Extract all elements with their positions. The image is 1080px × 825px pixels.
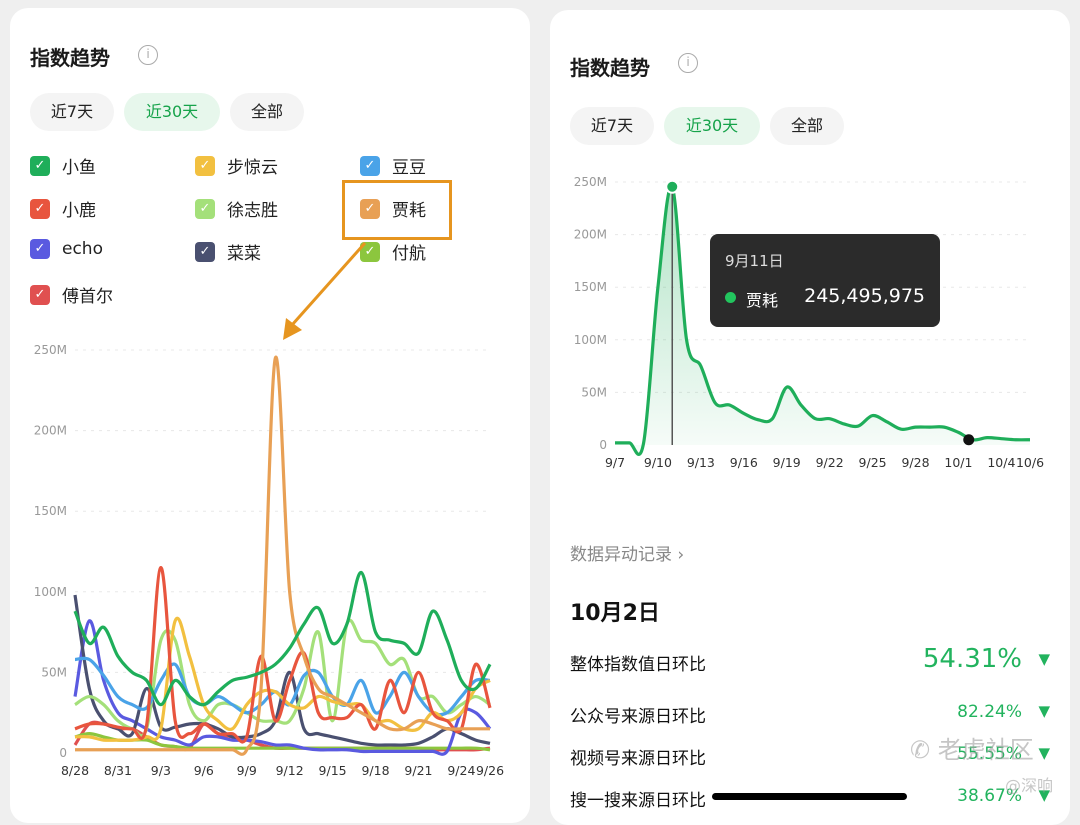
x-tick-label: 9/24: [447, 763, 475, 778]
x-tick-label: 8/28: [61, 763, 89, 778]
x-tick-label: 9/9: [237, 763, 257, 778]
tooltip-value: 245,495,975: [804, 285, 925, 307]
watermark-logo: ✆ 老虎社区: [910, 736, 1034, 764]
tooltip-series: 贾耗: [746, 291, 779, 310]
x-tick-label: 10/6: [1016, 455, 1044, 470]
y-tick-label: 250M: [574, 175, 607, 189]
x-tick-label: 9/16: [730, 455, 758, 470]
y-tick-label: 100M: [574, 333, 607, 347]
y-tick-label: 250M: [34, 343, 67, 357]
y-tick-label: 150M: [574, 280, 607, 294]
x-tick-label: 9/25: [859, 455, 887, 470]
x-tick-label: 9/15: [319, 763, 347, 778]
x-tick-label: 9/12: [276, 763, 304, 778]
y-tick-label: 200M: [34, 424, 67, 438]
y-tick-label: 50M: [41, 665, 67, 679]
x-tick-label: 10/1: [944, 455, 972, 470]
watermark-handle: @深响: [1005, 776, 1054, 795]
y-tick-label: 100M: [34, 585, 67, 599]
watermark-text: 老虎社区: [937, 736, 1034, 764]
annotation-arrow: [290, 242, 367, 326]
highlight-point[interactable]: [665, 179, 680, 194]
tooltip-date: 9月11日: [725, 252, 784, 270]
charts-layer: 0 50M 100M 150M 200M 250M 8/28 8/31 9/3 9/6 9/9 9/1…: [34, 175, 1044, 778]
arrow-head-icon: [283, 318, 302, 340]
y-tick-label: 0: [59, 746, 67, 760]
y-tick-label: 150M: [34, 504, 67, 518]
y-tick-label: 0: [599, 438, 607, 452]
series-dot-icon: [725, 292, 736, 303]
x-tick-label: 10/4: [987, 455, 1015, 470]
x-tick-label: 9/28: [901, 455, 929, 470]
x-tick-label: 9/21: [404, 763, 432, 778]
x-tick-label: 9/13: [687, 455, 715, 470]
chart-tooltip: 9月11日 贾耗 245,495,975: [710, 234, 940, 327]
x-tick-label: 9/22: [816, 455, 844, 470]
x-tick-label: 9/10: [644, 455, 672, 470]
y-tick-label: 50M: [581, 385, 607, 399]
x-tick-label: 9/26: [476, 763, 504, 778]
x-tick-label: 8/31: [104, 763, 132, 778]
redaction-bar: [712, 793, 907, 800]
y-tick-label: 200M: [574, 228, 607, 242]
x-tick-label: 9/19: [773, 455, 801, 470]
x-tick-label: 9/3: [151, 763, 171, 778]
x-tick-label: 9/7: [605, 455, 625, 470]
marker-point[interactable]: [963, 434, 975, 446]
x-tick-label: 9/6: [194, 763, 214, 778]
x-tick-label: 9/18: [361, 763, 389, 778]
